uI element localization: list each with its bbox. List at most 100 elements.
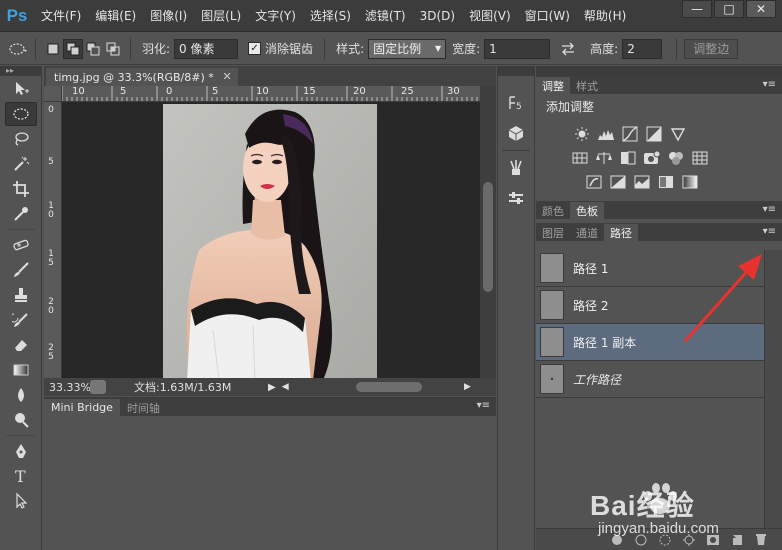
fill-path-icon[interactable] — [610, 533, 624, 547]
image-canvas[interactable] — [62, 102, 480, 380]
invert-icon[interactable] — [584, 173, 604, 191]
blur-tool-icon[interactable] — [5, 383, 37, 407]
chevron-right-icon[interactable]: ▶ — [464, 382, 471, 392]
vertical-scrollbar[interactable] — [480, 86, 496, 380]
gradient-tool-icon[interactable] — [5, 358, 37, 382]
magic-wand-tool-icon[interactable] — [5, 152, 37, 176]
elliptical-marquee-tool-icon[interactable] — [5, 102, 37, 126]
make-work-path-icon[interactable] — [682, 533, 696, 547]
black-white-icon[interactable] — [618, 149, 638, 167]
photo-filter-icon[interactable] — [642, 149, 662, 167]
tab-channels[interactable]: 通道 — [570, 224, 604, 241]
chevron-left-icon[interactable]: ◀ — [282, 382, 289, 392]
tool-presets-icon[interactable] — [501, 185, 531, 211]
menu-select[interactable]: 选择(S) — [303, 7, 358, 24]
panel-dock-handle[interactable] — [498, 66, 534, 76]
close-icon[interactable]: ✕ — [223, 70, 232, 83]
menu-type[interactable]: 文字(Y) — [248, 7, 303, 24]
load-as-selection-icon[interactable] — [658, 533, 672, 547]
type-tool-icon[interactable]: T — [5, 464, 37, 488]
hue-saturation-icon[interactable] — [570, 149, 590, 167]
stroke-path-icon[interactable] — [634, 533, 648, 547]
exposure-icon[interactable] — [644, 125, 664, 143]
history-brush-tool-icon[interactable] — [5, 308, 37, 332]
color-balance-icon[interactable] — [594, 149, 614, 167]
channel-mixer-icon[interactable] — [666, 149, 686, 167]
clone-stamp-tool-icon[interactable] — [5, 283, 37, 307]
menu-window[interactable]: 窗口(W) — [518, 7, 577, 24]
menu-layer[interactable]: 图层(L) — [194, 7, 248, 24]
elliptical-marquee-preset-icon[interactable] — [8, 39, 28, 59]
curves-icon[interactable] — [620, 125, 640, 143]
tab-mini-bridge[interactable]: Mini Bridge — [44, 399, 120, 416]
menu-file[interactable]: 文件(F) — [34, 7, 88, 24]
antialias-checkbox[interactable]: ✓ — [248, 42, 262, 55]
dodge-tool-icon[interactable] — [5, 408, 37, 432]
menu-help[interactable]: 帮助(H) — [577, 7, 633, 24]
pen-tool-icon[interactable] — [5, 439, 37, 463]
brightness-icon[interactable] — [572, 125, 592, 143]
chevron-right-icon[interactable]: ▶ — [268, 382, 276, 393]
share-icon[interactable] — [90, 380, 106, 394]
menu-edit[interactable]: 编辑(E) — [88, 7, 143, 24]
intersect-selection-icon[interactable] — [103, 39, 123, 59]
panel-menu-icon[interactable]: ▾≡ — [763, 204, 776, 215]
brush-presets-icon[interactable] — [501, 155, 531, 181]
toolbar-collapse-handle[interactable]: ▸▸ — [0, 66, 41, 76]
add-to-selection-icon[interactable] — [63, 38, 83, 59]
tab-timeline[interactable]: 时间轴 — [120, 399, 167, 416]
eraser-tool-icon[interactable] — [5, 333, 37, 357]
new-selection-icon[interactable] — [43, 39, 63, 59]
refine-edge-button[interactable]: 调整边 — [684, 38, 739, 59]
tab-paths[interactable]: 路径 — [604, 224, 638, 241]
menu-3d[interactable]: 3D(D) — [413, 9, 462, 23]
width-input[interactable]: 1 — [484, 38, 551, 59]
menu-filter[interactable]: 滤镜(T) — [358, 7, 413, 24]
new-path-icon[interactable] — [730, 533, 744, 547]
move-tool-icon[interactable] — [5, 77, 37, 101]
paths-scrollbar[interactable] — [764, 250, 782, 528]
horizontal-scroll-thumb[interactable] — [356, 382, 422, 392]
subtract-from-selection-icon[interactable] — [83, 39, 103, 59]
document-tab[interactable]: timg.jpg @ 33.3%(RGB/8#) * ✕ — [46, 68, 238, 86]
selective-color-icon[interactable] — [656, 173, 676, 191]
vertical-scroll-thumb[interactable] — [483, 182, 493, 292]
tab-layers[interactable]: 图层 — [536, 224, 570, 241]
lasso-tool-icon[interactable] — [5, 127, 37, 151]
path-item[interactable]: 路径 1 — [536, 250, 764, 287]
vibrance-icon[interactable] — [668, 125, 688, 143]
height-input[interactable]: 2 — [622, 38, 663, 59]
maximize-button[interactable]: □ — [714, 0, 744, 18]
ruler-origin[interactable] — [44, 86, 62, 102]
tab-swatches[interactable]: 色板 — [570, 202, 604, 219]
threshold-icon[interactable] — [632, 173, 652, 191]
3d-icon[interactable] — [501, 120, 531, 146]
color-lookup-icon[interactable] — [690, 149, 710, 167]
brush-tool-icon[interactable] — [5, 258, 37, 282]
menu-image[interactable]: 图像(I) — [143, 7, 194, 24]
panel-dock-handle[interactable] — [536, 66, 782, 76]
crop-tool-icon[interactable] — [5, 177, 37, 201]
work-path-item[interactable]: • 工作路径 — [536, 361, 764, 398]
eyedropper-tool-icon[interactable] — [5, 202, 37, 226]
tab-color[interactable]: 颜色 — [536, 202, 570, 219]
style-select[interactable]: 固定比例 ▼ — [368, 38, 447, 59]
gradient-map-icon[interactable] — [680, 173, 700, 191]
close-button[interactable]: ✕ — [746, 0, 776, 18]
vertical-ruler[interactable]: 0 5 1 0 1 5 2 0 2 5 — [44, 102, 62, 380]
tab-styles[interactable]: 样式 — [570, 77, 604, 94]
menu-view[interactable]: 视图(V) — [462, 7, 518, 24]
panel-menu-icon[interactable]: ▾≡ — [763, 79, 776, 90]
delete-path-icon[interactable] — [754, 533, 768, 547]
add-mask-icon[interactable] — [706, 533, 720, 547]
healing-brush-tool-icon[interactable] — [5, 233, 37, 257]
minimize-button[interactable]: — — [682, 0, 712, 18]
tab-adjustments[interactable]: 调整 — [536, 77, 570, 94]
history-icon[interactable]: 5 — [501, 90, 531, 116]
path-selection-tool-icon[interactable] — [5, 489, 37, 513]
zoom-level[interactable]: 33.33% — [44, 381, 91, 394]
feather-input[interactable]: 0 像素 — [174, 38, 239, 59]
posterize-icon[interactable] — [608, 173, 628, 191]
path-item[interactable]: 路径 2 — [536, 287, 764, 324]
panel-menu-icon[interactable]: ▾≡ — [477, 400, 490, 411]
